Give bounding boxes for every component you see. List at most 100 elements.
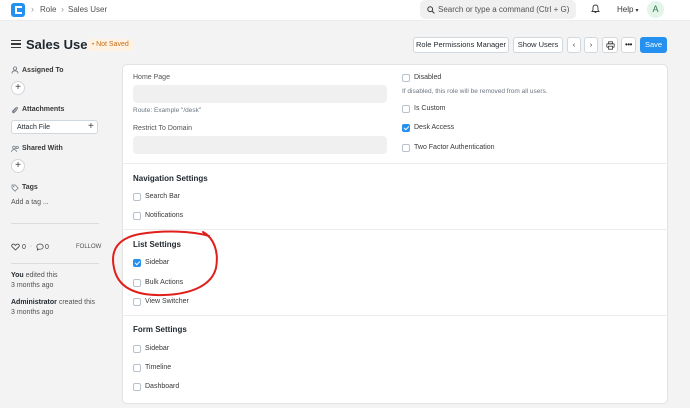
activity-time: 3 months ago: [11, 282, 54, 289]
list-sidebar-checkbox[interactable]: [133, 259, 141, 267]
comment-icon[interactable]: [36, 243, 44, 253]
role-permissions-manager-button[interactable]: Role Permissions Manager: [413, 37, 509, 53]
page-title: Sales User: [26, 37, 93, 52]
view-switcher-label: View Switcher: [145, 298, 189, 305]
form-settings-title: Form Settings: [133, 325, 187, 334]
restrict-to-domain-label: Restrict To Domain: [133, 125, 193, 132]
assigned-to-label: Assigned To: [22, 67, 64, 74]
tag-icon: [11, 184, 19, 194]
sidebar-divider: [11, 263, 99, 264]
activity-user[interactable]: Administrator: [11, 299, 57, 306]
home-page-input[interactable]: [133, 85, 387, 103]
add-tag-link[interactable]: Add a tag ...: [11, 199, 49, 206]
activity-item: Administrator created this: [11, 299, 116, 306]
search-bar[interactable]: Search or type a command (Ctrl + G): [420, 0, 576, 19]
notifications-label: Notifications: [145, 212, 184, 219]
disabled-label: Disabled: [414, 74, 442, 81]
chevron-left-icon: ‹: [572, 40, 576, 49]
chevron-right-icon: ›: [61, 4, 64, 14]
activity-action: edited this: [23, 272, 58, 279]
search-placeholder: Search or type a command (Ctrl + G): [438, 5, 570, 14]
ellipsis-icon: •••: [625, 40, 632, 49]
user-icon: [11, 66, 19, 76]
chevron-down-icon: ▾: [635, 8, 639, 14]
add-assignee-button[interactable]: +: [11, 81, 25, 95]
heart-icon[interactable]: [11, 243, 20, 253]
bulk-actions-checkbox[interactable]: [133, 279, 141, 287]
timeline-checkbox[interactable]: [133, 364, 141, 372]
avatar[interactable]: A: [647, 1, 664, 18]
help-label: Help: [617, 5, 634, 14]
chevron-right-icon: ›: [589, 40, 593, 49]
comment-count: 0: [45, 244, 49, 251]
activity-time: 3 months ago: [11, 309, 54, 316]
paperclip-icon: [11, 106, 19, 116]
show-users-button[interactable]: Show Users: [513, 37, 563, 53]
restrict-to-domain-input[interactable]: [133, 136, 387, 154]
search-bar-label: Search Bar: [145, 193, 181, 200]
route-hint: Route: Example "/desk": [133, 107, 202, 114]
plus-icon: +: [88, 121, 94, 132]
disabled-checkbox[interactable]: [402, 74, 410, 82]
tags-label: Tags: [22, 184, 38, 191]
breadcrumb-role[interactable]: Role: [40, 5, 56, 14]
chevron-right-icon: ›: [31, 4, 34, 14]
like-count: 0: [22, 244, 26, 251]
dashboard-checkbox[interactable]: [133, 383, 141, 391]
help-menu[interactable]: Help ▾: [617, 5, 638, 14]
add-share-button[interactable]: +: [11, 159, 25, 173]
printer-icon: [605, 41, 615, 50]
bulk-actions-label: Bulk Actions: [145, 279, 184, 286]
disabled-help-text: If disabled, this role will be removed f…: [402, 88, 548, 95]
list-sidebar-label: Sidebar: [145, 259, 170, 266]
plus-icon: +: [15, 160, 21, 171]
home-page-label: Home Page: [133, 74, 170, 81]
separator-dot: ·: [30, 243, 33, 250]
two-factor-label: Two Factor Authentication: [414, 144, 495, 151]
print-button[interactable]: [602, 37, 618, 53]
attach-file-button[interactable]: Attach File +: [11, 120, 98, 134]
is-custom-checkbox[interactable]: [402, 105, 410, 113]
sidebar-toggle-icon[interactable]: [11, 40, 21, 48]
previous-doc-button[interactable]: ‹: [567, 37, 581, 53]
timeline-label: Timeline: [145, 364, 172, 371]
follow-button[interactable]: FOLLOW: [76, 244, 101, 250]
section-divider: [122, 163, 668, 164]
next-doc-button[interactable]: ›: [584, 37, 598, 53]
desk-access-label: Desk Access: [414, 124, 455, 131]
save-button[interactable]: Save: [640, 37, 667, 53]
activity-action: created this: [56, 299, 96, 306]
desk-access-checkbox[interactable]: [402, 124, 410, 132]
plus-icon: +: [15, 82, 21, 93]
two-factor-checkbox[interactable]: [402, 144, 410, 152]
is-custom-label: Is Custom: [414, 105, 446, 112]
bell-icon[interactable]: [591, 4, 600, 14]
search-icon: [427, 6, 435, 14]
navbar: › Role › Sales User Search or type a com…: [0, 0, 690, 21]
app-logo[interactable]: [11, 3, 25, 17]
attachments-label: Attachments: [22, 106, 65, 113]
form-sidebar-label: Sidebar: [145, 345, 170, 352]
status-badge-label: Not Saved: [96, 41, 129, 48]
search-bar-checkbox[interactable]: [133, 193, 141, 201]
view-switcher-checkbox[interactable]: [133, 298, 141, 306]
activity-user[interactable]: You: [11, 272, 24, 279]
activity-item: You edited this: [11, 272, 111, 279]
dashboard-label: Dashboard: [145, 383, 180, 390]
attach-file-label: Attach File: [17, 124, 51, 131]
users-icon: [11, 145, 20, 155]
notifications-checkbox[interactable]: [133, 212, 141, 220]
status-dot-icon: •: [92, 42, 95, 48]
sidebar-divider: [11, 223, 99, 224]
form-sidebar-checkbox[interactable]: [133, 345, 141, 353]
shared-with-label: Shared With: [22, 145, 63, 152]
more-options-button[interactable]: •••: [621, 37, 636, 53]
breadcrumb-sales-user[interactable]: Sales User: [68, 5, 107, 14]
section-divider: [122, 315, 668, 316]
form-card: [122, 64, 668, 404]
list-settings-title: List Settings: [133, 240, 182, 249]
section-divider: [122, 229, 668, 230]
status-badge: • Not Saved: [88, 39, 133, 51]
navigation-settings-title: Navigation Settings: [133, 174, 208, 183]
logo-e-glyph: [15, 6, 22, 14]
